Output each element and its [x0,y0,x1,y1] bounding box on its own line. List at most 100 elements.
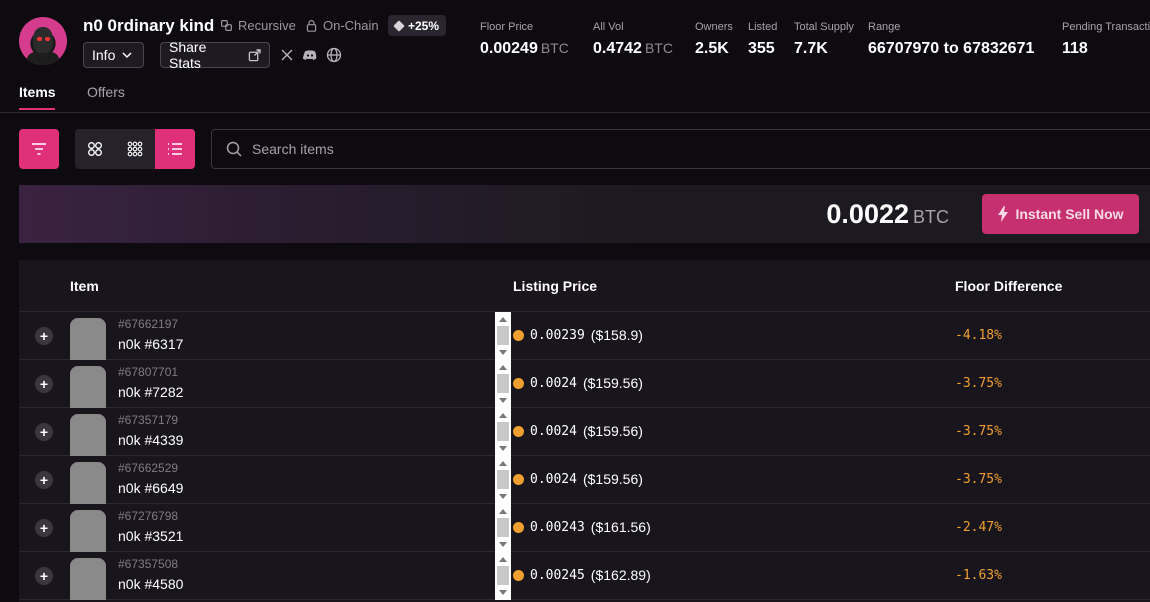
item-thumbnail [70,558,106,600]
item-name: n0k #6649 [118,480,184,496]
view-grid-small-button[interactable] [115,129,155,169]
stat-value: 2.5K [695,40,729,57]
percent-badge: +25% [388,15,447,36]
table-row[interactable]: + #67357179 n0k #4339 0.0024 ($159.56) -3… [19,408,1150,456]
share-stats-label: Share Stats [169,39,207,71]
item-thumbnail [70,318,106,360]
cell-scrollbar[interactable] [495,456,511,504]
stat-label: Listed [748,21,778,33]
column-header-floor-difference: Floor Difference [955,278,1063,294]
instant-sell-button[interactable]: Instant Sell Now [982,194,1139,234]
floor-difference: -3.75% [955,424,1002,439]
discord-icon[interactable] [302,47,318,63]
cell-scrollbar[interactable] [495,408,511,456]
stat-all-vol: All Vol 0.4742 BTC [593,21,673,58]
expand-plus-icon[interactable]: + [35,519,53,537]
info-label: Info [92,47,116,63]
expand-plus-icon[interactable]: + [35,471,53,489]
item-thumbnail [70,462,106,504]
search-input[interactable] [252,141,852,157]
table-header: Item Listing Price Floor Difference [19,260,1150,312]
floor-difference: -2.47% [955,520,1002,535]
price-btc: 0.0024 [530,375,577,391]
lightning-icon [998,206,1009,222]
item-name: n0k #3521 [118,528,184,544]
cell-scrollbar[interactable] [495,360,511,408]
instant-sell-price: 0.0022 BTC [826,199,949,230]
expand-plus-icon[interactable]: + [35,567,53,585]
price-btc: 0.0024 [530,423,577,439]
table-row[interactable]: + #67807701 n0k #7282 0.0024 ($159.56) -3… [19,360,1150,408]
bitcoin-icon [513,377,524,389]
instant-sell-price-value: 0.0022 [826,199,909,229]
grid-large-icon [88,142,102,156]
stat-label: Pending Transactio [1062,21,1150,33]
stat-floor-price: Floor Price 0.00249 BTC [480,21,569,58]
price-usd: ($158.9) [590,327,643,343]
listing-price: 0.00245 ($162.89) [513,567,651,583]
stat-label: All Vol [593,21,624,33]
floor-difference: -1.63% [955,568,1002,583]
bitcoin-icon [513,569,524,581]
recursive-tag: Recursive [220,18,296,33]
inscription-number: #67662197 [118,317,179,331]
stat-value: 118 [1062,40,1088,57]
table-row[interactable]: + #67276798 n0k #3521 0.00243 ($161.56) -… [19,504,1150,552]
cell-scrollbar[interactable] [495,552,511,600]
filter-button[interactable] [19,129,59,169]
view-mode-toggle [75,129,195,169]
price-usd: ($161.56) [590,519,651,535]
listing-price: 0.00243 ($161.56) [513,519,651,535]
price-usd: ($159.56) [582,375,643,391]
listing-price: 0.0024 ($159.56) [513,423,643,439]
price-usd: ($159.56) [582,423,643,439]
listing-price: 0.0024 ($159.56) [513,471,643,487]
floor-difference: -4.18% [955,328,1002,343]
inscription-number: #67357179 [118,413,179,427]
expand-plus-icon[interactable]: + [35,375,53,393]
bitcoin-icon [513,473,524,485]
expand-plus-icon[interactable]: + [35,423,53,441]
item-name: n0k #4580 [118,576,184,592]
view-list-button[interactable] [155,129,195,169]
search-icon [226,141,242,157]
stat-unit: BTC [644,40,673,56]
share-stats-button[interactable]: Share Stats [160,39,270,71]
cell-scrollbar[interactable] [495,312,511,360]
recursive-label: Recursive [238,18,296,33]
inscription-number: #67807701 [118,365,179,379]
lock-icon [306,20,317,32]
item-thumbnail [70,510,106,552]
floor-difference: -3.75% [955,472,1002,487]
item-name: n0k #6317 [118,336,184,352]
listing-price: 0.00239 ($158.9) [513,327,643,343]
stat-label: Floor Price [480,21,534,33]
expand-plus-icon[interactable]: + [35,327,53,345]
table-row[interactable]: + #67357508 n0k #4580 0.00245 ($162.89) -… [19,552,1150,600]
stat-pending-transactions: Pending Transactio 118 [1062,21,1150,58]
table-row[interactable]: + #67662529 n0k #6649 0.0024 ($159.56) -3… [19,456,1150,504]
search-bar [211,129,1150,169]
listing-price: 0.0024 ($159.56) [513,375,643,391]
info-dropdown[interactable]: Info [83,42,144,68]
stat-range: Range 66707970 to 67832671 [868,21,1034,58]
view-grid-large-button[interactable] [75,129,115,169]
instant-sell-label: Instant Sell Now [1015,206,1124,222]
price-btc: 0.00245 [530,567,585,583]
globe-icon[interactable] [326,47,342,63]
item-name: n0k #7282 [118,384,184,400]
table-row[interactable]: + #67662197 n0k #6317 0.00239 ($158.9) -4… [19,312,1150,360]
listings-table: Item Listing Price Floor Difference + #6… [19,260,1150,602]
tabs-divider [0,112,1150,113]
stat-label: Range [868,21,901,33]
cell-scrollbar[interactable] [495,504,511,552]
inscription-number: #67662529 [118,461,179,475]
recursive-icon [221,20,232,31]
stat-unit: BTC [540,40,569,56]
column-header-listing-price: Listing Price [513,278,598,294]
collection-avatar [19,17,67,65]
tab-items[interactable]: Items [19,84,56,100]
x-twitter-icon[interactable] [279,47,295,63]
item-thumbnail [70,414,106,456]
tab-offers[interactable]: Offers [87,84,125,100]
